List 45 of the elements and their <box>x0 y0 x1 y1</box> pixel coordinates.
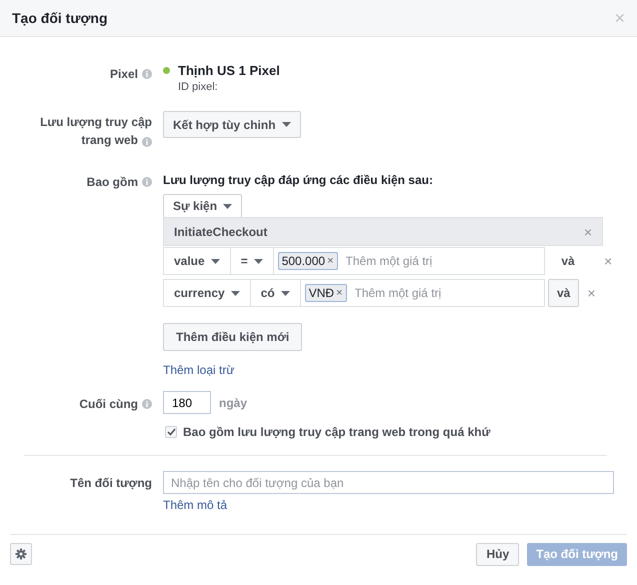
settings-button[interactable] <box>10 543 32 565</box>
add-exclusion-link[interactable]: Thêm loại trừ <box>163 363 234 377</box>
source-dropdown[interactable]: Sự kiện <box>163 194 242 217</box>
caret-icon <box>254 258 263 264</box>
value-token[interactable]: VNĐ × <box>304 284 346 302</box>
conditions-heading: Lưu lượng truy cập đáp ứng các điều kiện sau: <box>163 172 433 189</box>
info-icon <box>142 137 152 147</box>
cancel-button[interactable]: Hủy <box>476 542 520 566</box>
add-description-link[interactable]: Thêm mô tả <box>163 498 228 512</box>
event-name: InitiateCheckout <box>174 224 268 238</box>
field-label: Tên đối tượng <box>70 475 152 492</box>
caret-icon <box>280 290 290 296</box>
traffic-dropdown[interactable]: Kết hợp tùy chinh <box>163 111 301 138</box>
caret-icon <box>210 258 220 264</box>
dialog-title: Tạo đối tượng <box>12 10 108 26</box>
status-dot <box>163 67 170 74</box>
value-token[interactable]: 500.000 × <box>278 252 338 270</box>
info-icon <box>142 69 152 79</box>
value-field[interactable]: 500.000 × Thêm một giá trị <box>272 247 545 275</box>
pixel-id-label: ID pixel: <box>178 81 218 93</box>
field-dropdown[interactable]: currency <box>163 279 250 307</box>
field-label: trang web <box>81 132 138 149</box>
checkbox[interactable] <box>165 426 177 438</box>
checkbox-label: Bao gồm lưu lượng truy cập trang web trong quá khứ <box>183 425 490 439</box>
unit-label: ngày <box>219 396 248 410</box>
info-icon <box>142 177 152 187</box>
audience-name-input[interactable]: Nhập tên cho đối tượng của bạn <box>163 471 614 494</box>
operator-dropdown[interactable]: = <box>230 247 273 275</box>
days-input[interactable]: 180 <box>163 391 211 414</box>
field-label: Lưu lượng truy cập <box>40 114 152 131</box>
caret-icon <box>230 290 240 296</box>
field-label: Bao gồm <box>86 174 138 191</box>
value-field[interactable]: VNĐ × Thêm một giá trị <box>300 279 545 307</box>
pixel-name: Thịnh US 1 Pixel <box>178 63 280 78</box>
and-label: và <box>560 254 576 268</box>
field-dropdown[interactable]: value <box>163 247 230 275</box>
caret-icon <box>282 122 291 127</box>
field-label: Pixel <box>110 66 138 83</box>
field-label: Cuối cùng <box>79 396 138 413</box>
add-condition-button[interactable]: Thêm điều kiện mới <box>163 323 302 351</box>
operator-dropdown[interactable]: có <box>250 279 300 307</box>
and-button[interactable]: và <box>548 279 580 307</box>
info-icon <box>142 399 152 409</box>
gear-icon <box>15 548 27 560</box>
caret-icon <box>223 204 232 208</box>
